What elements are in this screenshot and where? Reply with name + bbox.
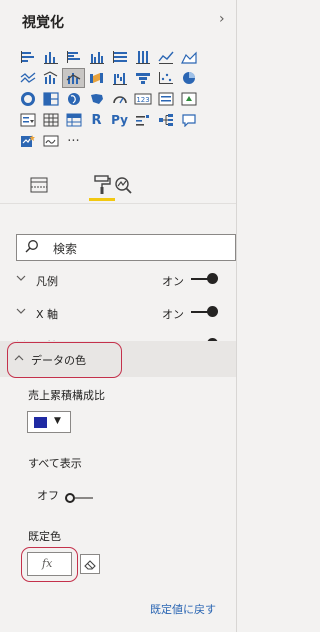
python-visual-icon[interactable]: Py: [108, 110, 131, 130]
waterfall-chart-icon[interactable]: [108, 68, 131, 88]
decomposition-tree-icon[interactable]: [154, 110, 177, 130]
line-chart-icon[interactable]: [154, 47, 177, 67]
python-glyph: Py: [111, 113, 128, 127]
table-icon[interactable]: [39, 110, 62, 130]
x-axis-toggle[interactable]: [191, 306, 218, 317]
key-influencers-icon[interactable]: [131, 110, 154, 130]
x-axis-section-header[interactable]: X 軸 オン: [12, 299, 236, 327]
color-swatch: [34, 417, 47, 428]
100-percent-stacked-bar-chart-icon[interactable]: [108, 47, 131, 67]
card-icon-text: 123: [136, 96, 149, 104]
toggle-state-label: オン: [162, 275, 184, 288]
legend-toggle[interactable]: [191, 273, 218, 284]
search-input[interactable]: 検索: [16, 234, 236, 261]
100-percent-stacked-column-chart-icon[interactable]: [131, 47, 154, 67]
line-and-clustered-column-chart-icon[interactable]: [62, 68, 85, 88]
analytics-icon[interactable]: [110, 173, 136, 197]
r-script-glyph: R: [91, 112, 102, 128]
tabs-divider: [0, 203, 236, 204]
qa-visual-icon[interactable]: [177, 110, 200, 130]
visualizations-pane: 視覚化 › 123 R Py ··· 検索 凡例 オン X 軸 オン データの色…: [0, 0, 241, 632]
pie-chart-icon[interactable]: [177, 68, 200, 88]
reset-to-default-link[interactable]: 既定値に戻す: [150, 601, 216, 617]
search-placeholder: 検索: [53, 242, 78, 256]
line-and-stacked-column-chart-icon[interactable]: [39, 68, 62, 88]
kpi-icon[interactable]: [177, 89, 200, 109]
series-label: 売上累積構成比: [28, 389, 105, 402]
toggle-knob: [65, 493, 75, 503]
more-visuals-glyph: ···: [67, 133, 80, 149]
stacked-column-chart-icon[interactable]: [39, 47, 62, 67]
toggle-track: [75, 497, 93, 499]
slicer-icon[interactable]: [16, 110, 39, 130]
highlight-annotation: [21, 547, 78, 582]
active-tab-indicator: [89, 198, 115, 201]
stacked-bar-chart-icon[interactable]: [16, 47, 39, 67]
map-icon[interactable]: [62, 89, 85, 109]
toggle-state-label: オフ: [37, 489, 59, 502]
show-all-label: すべて表示: [28, 457, 82, 470]
paginated-report-icon[interactable]: [39, 131, 62, 151]
scatter-chart-icon[interactable]: [154, 68, 177, 88]
eraser-icon[interactable]: [80, 554, 100, 574]
toggle-knob: [207, 306, 218, 317]
fields-icon[interactable]: [26, 173, 52, 197]
funnel-chart-icon[interactable]: [131, 68, 154, 88]
area-chart-icon[interactable]: [177, 47, 200, 67]
clustered-column-chart-icon[interactable]: [85, 47, 108, 67]
series-color-picker[interactable]: ▼: [27, 411, 71, 433]
ribbon-chart-icon[interactable]: [85, 68, 108, 88]
treemap-icon[interactable]: [39, 89, 62, 109]
pane-tabs: [26, 173, 136, 201]
caret-down-icon: ▼: [54, 416, 61, 426]
default-color-label: 既定色: [28, 530, 61, 543]
card-icon[interactable]: 123: [131, 89, 154, 109]
more-visuals-icon[interactable]: ···: [62, 131, 85, 151]
visual-gallery: 123 R Py ···: [16, 47, 234, 152]
pane-border: [236, 0, 237, 632]
chevron-right-icon[interactable]: ›: [219, 11, 225, 27]
legend-section-header[interactable]: 凡例 オン: [12, 266, 236, 294]
multi-row-card-icon[interactable]: [154, 89, 177, 109]
pane-title: 視覚化: [22, 15, 64, 31]
toggle-state-label: オン: [162, 308, 184, 321]
section-label: 凡例: [36, 275, 58, 288]
stacked-area-chart-icon[interactable]: [16, 68, 39, 88]
highlight-annotation: [7, 342, 122, 378]
matrix-icon[interactable]: [62, 110, 85, 130]
smart-narrative-icon[interactable]: [16, 131, 39, 151]
r-script-visual-icon[interactable]: R: [85, 110, 108, 130]
chevron-down-icon: [16, 272, 26, 285]
show-all-toggle[interactable]: [65, 493, 95, 504]
clustered-bar-chart-icon[interactable]: [62, 47, 85, 67]
toggle-knob: [207, 273, 218, 284]
gauge-icon[interactable]: [108, 89, 131, 109]
chevron-down-icon: [16, 305, 26, 318]
donut-chart-icon[interactable]: [16, 89, 39, 109]
section-label: X 軸: [36, 308, 59, 321]
search-icon: [25, 239, 39, 257]
filled-map-icon[interactable]: [85, 89, 108, 109]
